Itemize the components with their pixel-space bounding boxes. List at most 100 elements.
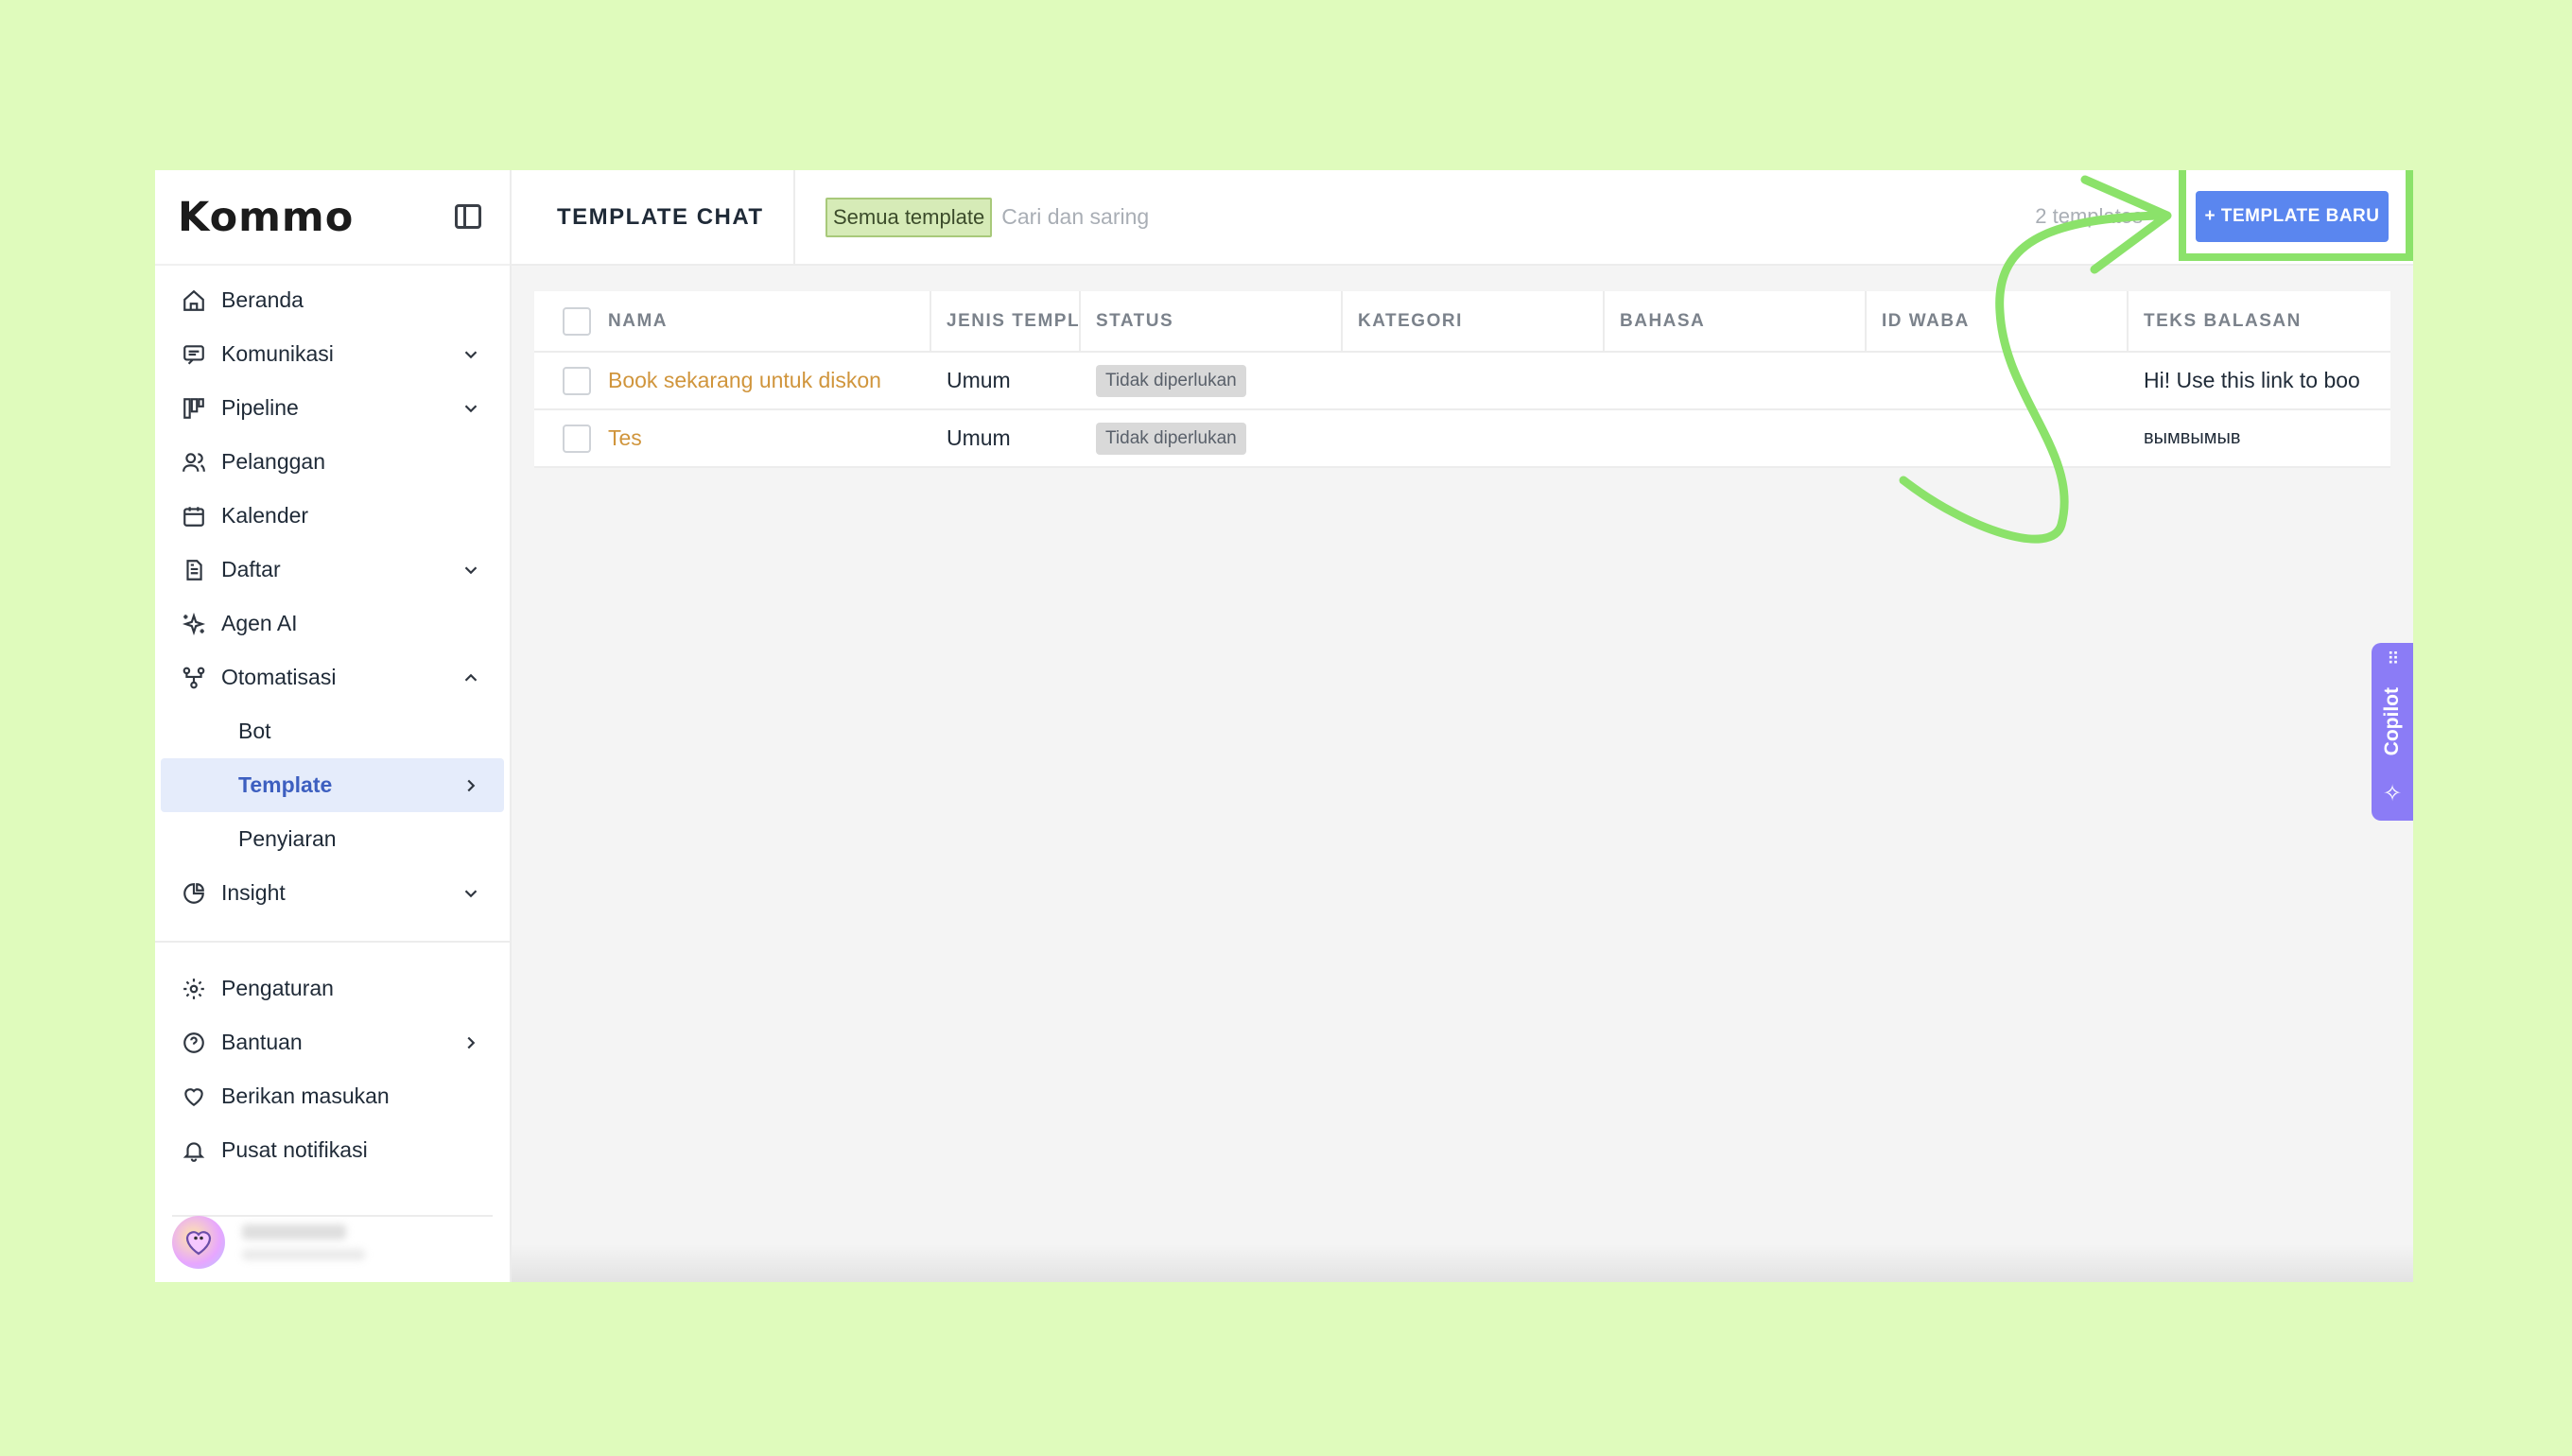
chevron-right-icon	[467, 779, 476, 791]
pie-chart-icon	[180, 879, 208, 908]
cell-type: Umum	[947, 368, 1011, 392]
chevron-down-icon[interactable]	[461, 398, 481, 419]
chevron-down-icon[interactable]	[461, 883, 481, 904]
sidebar-subitem-label: Template	[238, 772, 333, 797]
sidebar-item-kalender[interactable]: Kalender	[155, 489, 510, 543]
sidebar-item-label: Daftar	[221, 557, 281, 581]
column-header-bahasa[interactable]: BAHASA	[1605, 291, 1867, 351]
sidebar-item-berikan-masukan[interactable]: Berikan masukan	[155, 1069, 510, 1123]
filter-chip[interactable]: Semua template	[825, 197, 993, 237]
brand-bar: Kommo	[155, 170, 510, 266]
column-header-status[interactable]: STATUS	[1081, 291, 1343, 351]
sparkle-icon: ✧	[2382, 781, 2403, 806]
status-badge: Tidak diperlukan	[1096, 364, 1246, 397]
row-checkbox[interactable]	[563, 366, 591, 395]
column-header-teks-balasan[interactable]: TEKS BALASAN	[2129, 291, 2390, 351]
row-checkbox[interactable]	[563, 424, 591, 453]
template-count: 2 templates	[2035, 204, 2143, 228]
sidebar-subitem-bot[interactable]: Bot	[155, 704, 510, 758]
profile-subtitle-redacted	[242, 1249, 365, 1260]
cell-status: Tidak diperlukan	[1081, 410, 1343, 466]
page-title: TEMPLATE CHAT	[512, 170, 795, 265]
copilot-label: Copilot	[2381, 687, 2403, 756]
sidebar-item-label: Kalender	[221, 503, 309, 528]
cell-name: Book sekarang untuk diskon	[534, 353, 931, 408]
chat-icon	[180, 340, 208, 369]
chevron-down-icon[interactable]	[461, 344, 481, 365]
sparkle-icon	[180, 610, 208, 638]
sidebar-subitem-label: Bot	[238, 719, 271, 743]
kommo-logo[interactable]: Kommo	[178, 194, 354, 241]
sidebar-item-otomatisasi[interactable]: Otomatisasi	[155, 650, 510, 704]
calendar-icon	[180, 502, 208, 530]
bottom-shade	[512, 1244, 2413, 1282]
sidebar-item-daftar[interactable]: Daftar	[155, 543, 510, 597]
cell-language	[1605, 353, 1867, 408]
status-badge: Tidak diperlukan	[1096, 422, 1246, 455]
document-icon	[180, 556, 208, 584]
app-window: Kommo Beranda Komunikasi Pipeline Pelang…	[155, 170, 2413, 1282]
cell-reply-text: вымвымыв	[2144, 427, 2241, 448]
automation-icon	[180, 664, 208, 692]
collapse-sidebar-icon[interactable]	[455, 204, 481, 229]
select-all-checkbox[interactable]	[563, 306, 591, 336]
sidebar-item-label: Agen AI	[221, 611, 298, 635]
column-header-nama[interactable]: NAMA	[534, 291, 931, 351]
sidebar-item-label: Pusat notifikasi	[221, 1137, 368, 1162]
cell-type: Umum	[947, 425, 1011, 450]
search-input[interactable]	[1001, 204, 1286, 230]
help-icon	[180, 1029, 208, 1057]
table-row[interactable]: Tes Umum Tidak diperlukan вымвымыв	[534, 410, 2390, 468]
sidebar-item-insight[interactable]: Insight	[155, 866, 510, 920]
heart-icon	[180, 1083, 208, 1111]
sidebar-item-pengaturan[interactable]: Pengaturan	[155, 962, 510, 1015]
sidebar-item-label: Otomatisasi	[221, 665, 337, 689]
sidebar-item-label: Pelanggan	[221, 449, 325, 474]
column-header-label: NAMA	[608, 310, 668, 331]
column-header-id-waba[interactable]: ID WABA	[1867, 291, 2129, 351]
cell-category	[1343, 410, 1605, 466]
sidebar-item-label: Komunikasi	[221, 341, 334, 366]
drag-handle-icon[interactable]: ⠿	[2387, 650, 2399, 667]
sidebar-subitem-label: Penyiaran	[238, 826, 337, 851]
cell-waba-id	[1867, 353, 2129, 408]
profile-text-blurred	[242, 1224, 365, 1260]
sidebar-subitem-template[interactable]: Template	[161, 758, 504, 812]
user-profile[interactable]	[172, 1216, 365, 1269]
sidebar-item-label: Berikan masukan	[221, 1083, 390, 1108]
sidebar-item-label: Bantuan	[221, 1030, 303, 1054]
pipeline-icon	[180, 394, 208, 423]
sidebar-item-label: Pipeline	[221, 395, 299, 420]
chevron-down-icon[interactable]	[461, 560, 481, 581]
copilot-tab[interactable]: ⠿ Copilot ✧	[2372, 643, 2413, 821]
table-row[interactable]: Book sekarang untuk diskon Umum Tidak di…	[534, 353, 2390, 410]
sidebar-item-komunikasi[interactable]: Komunikasi	[155, 327, 510, 381]
column-header-kategori[interactable]: KATEGORI	[1343, 291, 1605, 351]
page-header: TEMPLATE CHAT Semua template 2 templates…	[512, 170, 2413, 266]
cell-language	[1605, 410, 1867, 466]
sidebar-item-beranda[interactable]: Beranda	[155, 273, 510, 327]
cell-status: Tidak diperlukan	[1081, 353, 1343, 408]
new-template-button[interactable]: + TEMPLATE BARU	[2196, 191, 2389, 242]
template-name-link[interactable]: Tes	[608, 425, 642, 451]
chevron-up-icon[interactable]	[461, 667, 481, 688]
cell-reply-text: Hi! Use this link to boo	[2144, 368, 2360, 392]
sidebar-item-pelanggan[interactable]: Pelanggan	[155, 435, 510, 489]
cell-waba-id	[1867, 410, 2129, 466]
sidebar-item-label: Insight	[221, 880, 286, 905]
avatar[interactable]	[172, 1216, 225, 1269]
sidebar-item-bantuan[interactable]: Bantuan	[155, 1015, 510, 1069]
sidebar-item-pusat-notifikasi[interactable]: Pusat notifikasi	[155, 1123, 510, 1177]
chevron-right-icon[interactable]	[461, 1032, 481, 1053]
sidebar-divider	[155, 941, 510, 943]
template-name-link[interactable]: Book sekarang untuk diskon	[608, 368, 881, 393]
sidebar-item-agen-ai[interactable]: Agen AI	[155, 597, 510, 650]
bell-icon	[180, 1136, 208, 1165]
column-header-jenis[interactable]: JENIS TEMPLA	[931, 291, 1081, 351]
sidebar-item-pipeline[interactable]: Pipeline	[155, 381, 510, 435]
sidebar-subitem-penyiaran[interactable]: Penyiaran	[155, 812, 510, 866]
sidebar-item-label: Pengaturan	[221, 976, 334, 1000]
gear-icon	[180, 975, 208, 1003]
sidebar: Kommo Beranda Komunikasi Pipeline Pelang…	[155, 170, 512, 1282]
users-icon	[180, 448, 208, 477]
